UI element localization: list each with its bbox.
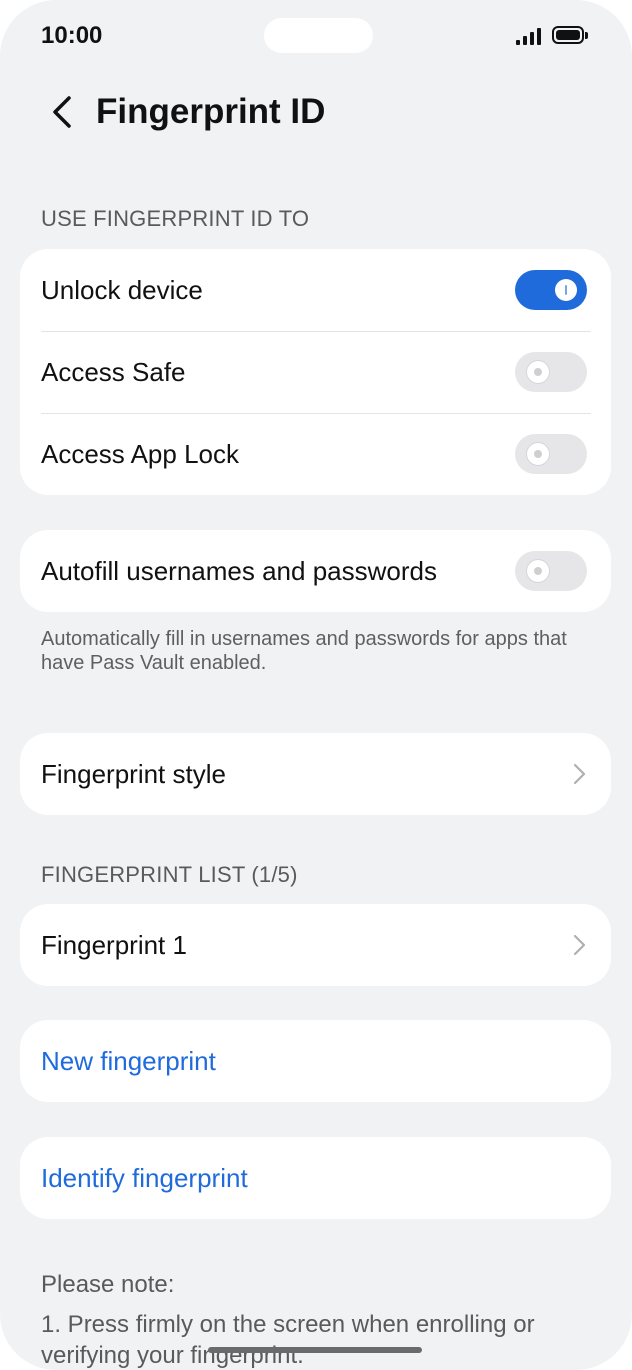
access-safe-row[interactable]: Access Safe	[20, 331, 611, 413]
signal-icon	[516, 27, 546, 45]
status-time: 10:00	[41, 22, 103, 49]
phone-screen: 10:00 Fingerprint ID USE FINGERPRINT ID …	[0, 0, 632, 1370]
divider	[41, 331, 591, 332]
autofill-description: Automatically fill in usernames and pass…	[41, 628, 567, 674]
access-safe-toggle[interactable]	[515, 352, 587, 392]
divider	[41, 413, 591, 414]
autofill-label: Autofill usernames and passwords	[41, 555, 437, 586]
home-indicator[interactable]	[208, 1347, 422, 1353]
chevron-right-icon	[573, 934, 586, 956]
fingerprint-style-card: Fingerprint style	[20, 733, 611, 815]
unlock-device-toggle[interactable]	[515, 270, 587, 310]
page-title: Fingerprint ID	[96, 92, 326, 131]
section-label-list: FINGERPRINT LIST (1/5)	[41, 862, 298, 887]
new-fingerprint-label: New fingerprint	[41, 1045, 216, 1076]
unlock-device-label: Unlock device	[41, 274, 203, 305]
access-app-lock-row[interactable]: Access App Lock	[20, 413, 611, 495]
fingerprint-style-label: Fingerprint style	[41, 758, 226, 789]
section-label-use: USE FINGERPRINT ID TO	[41, 206, 310, 231]
unlock-device-row[interactable]: Unlock device	[20, 249, 611, 331]
fingerprint-1-label: Fingerprint 1	[41, 929, 187, 960]
battery-icon	[552, 26, 588, 44]
fingerprint-1-row[interactable]: Fingerprint 1	[20, 904, 611, 986]
access-safe-label: Access Safe	[41, 356, 186, 387]
access-app-lock-label: Access App Lock	[41, 438, 239, 469]
new-fingerprint-button[interactable]: New fingerprint	[20, 1020, 611, 1102]
autofill-card: Autofill usernames and passwords	[20, 530, 611, 612]
chevron-right-icon	[573, 763, 586, 785]
back-button[interactable]	[38, 88, 86, 136]
new-fingerprint-card: New fingerprint	[20, 1020, 611, 1102]
camera-notch	[264, 18, 373, 53]
identify-fingerprint-label: Identify fingerprint	[41, 1162, 248, 1193]
access-app-lock-toggle[interactable]	[515, 434, 587, 474]
fingerprint-style-row[interactable]: Fingerprint style	[20, 733, 611, 815]
autofill-row[interactable]: Autofill usernames and passwords	[20, 530, 611, 612]
note-title: Please note:	[41, 1271, 175, 1298]
identify-fingerprint-button[interactable]: Identify fingerprint	[20, 1137, 611, 1219]
note-text: 1. Press firmly on the screen when enrol…	[41, 1311, 535, 1369]
identify-fingerprint-card: Identify fingerprint	[20, 1137, 611, 1219]
autofill-toggle[interactable]	[515, 551, 587, 591]
use-fingerprint-card: Unlock device Access Safe Access App Loc…	[20, 249, 611, 495]
fingerprint-list-card: Fingerprint 1	[20, 904, 611, 986]
back-arrow-icon	[53, 96, 71, 128]
